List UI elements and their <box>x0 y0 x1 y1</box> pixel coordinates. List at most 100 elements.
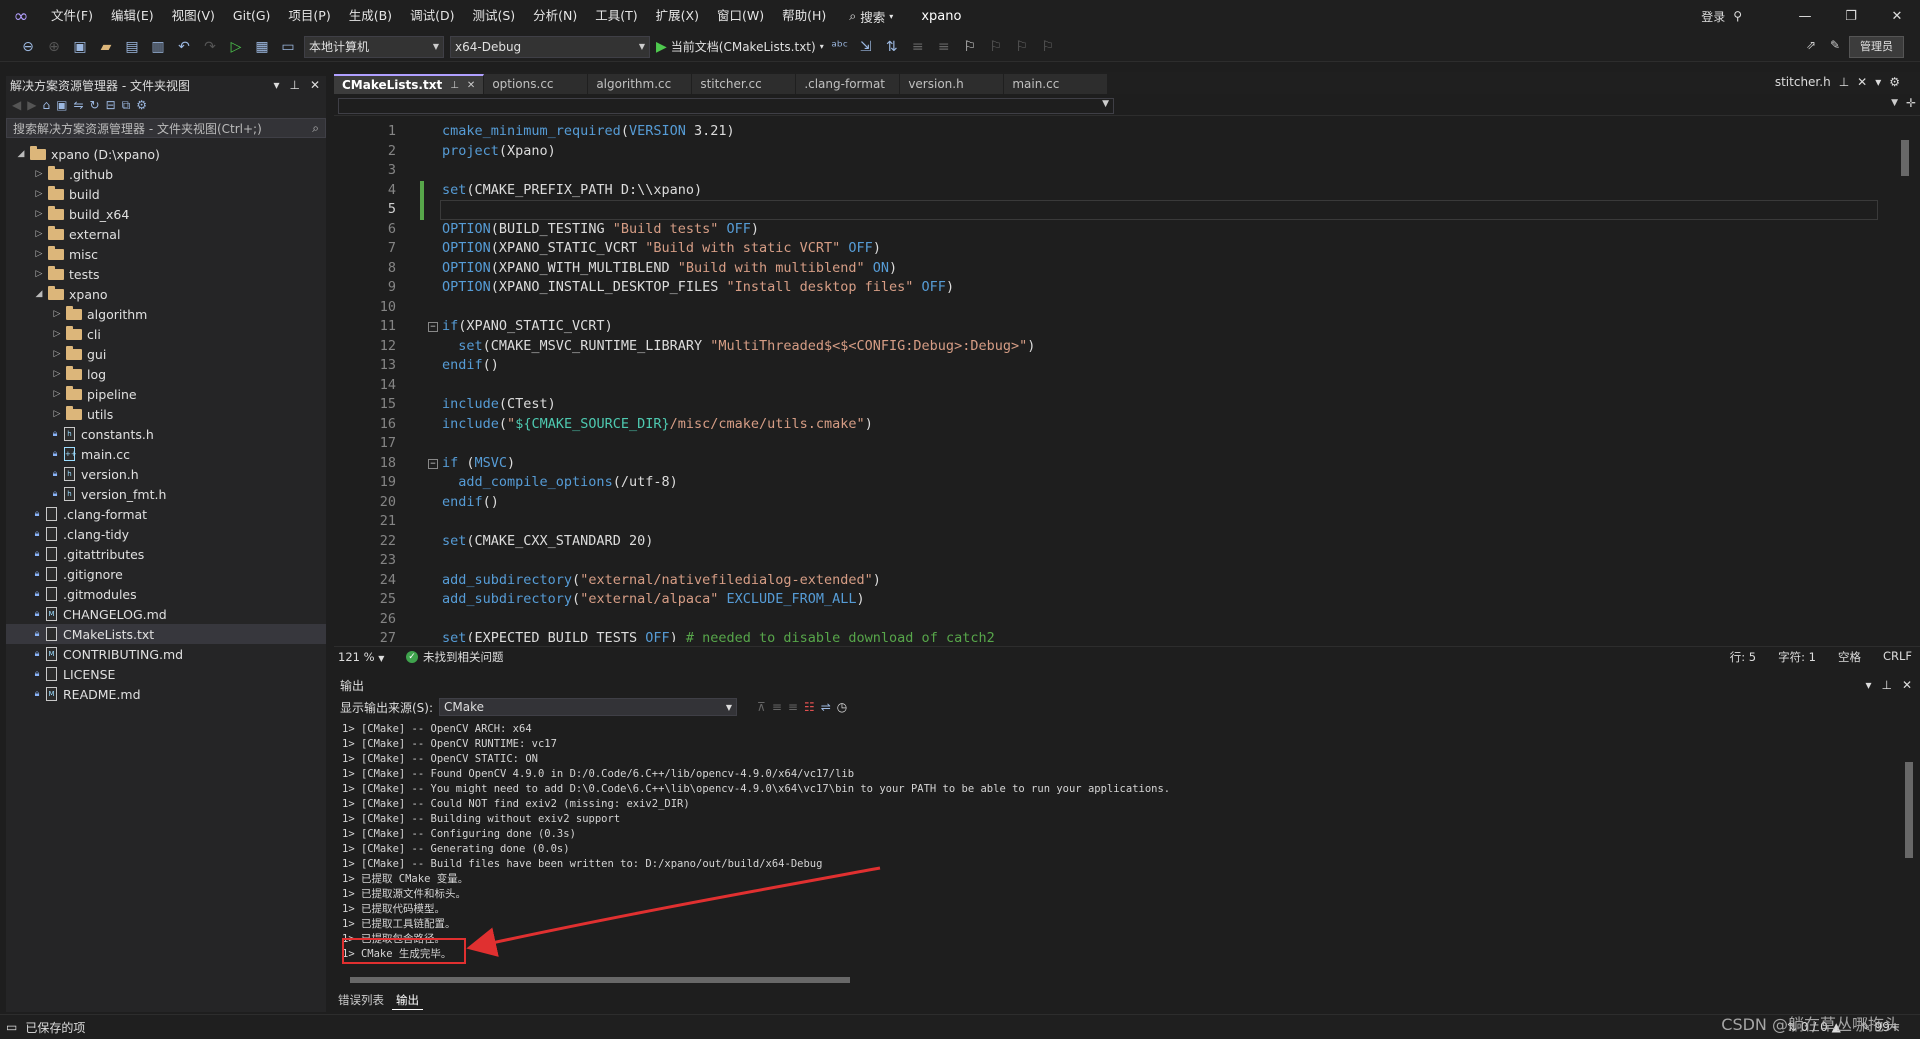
collapsed-arrow-icon[interactable]: ▷ <box>50 369 64 379</box>
code-line[interactable]: 26 <box>334 610 1894 630</box>
restore-button[interactable]: ❐ <box>1828 9 1874 24</box>
code-line[interactable]: 8 OPTION(XPANO_WITH_MULTIBLEND "Build wit… <box>334 259 1894 279</box>
prev-bookmark-icon[interactable]: ⚐ <box>986 39 1006 55</box>
tab-stitcher-h[interactable]: stitcher.h ⊥ ✕ ▾ ⚙ <box>1775 72 1900 92</box>
split-icon[interactable]: ▼ <box>1891 98 1898 108</box>
navigation-select[interactable]: ▼ <box>338 98 1114 114</box>
timestamp-icon[interactable]: ◷ <box>837 700 847 714</box>
editor-scrollbar[interactable] <box>1898 118 1912 642</box>
code-line[interactable]: 23 <box>334 551 1894 571</box>
code-editor[interactable]: 1 cmake_minimum_required(VERSION 3.21) 2 pr… <box>334 118 1894 642</box>
code-line[interactable]: 2 project(Xpano) <box>334 142 1894 162</box>
tree-item[interactable]: ▷ pipeline <box>6 384 326 404</box>
collapsed-arrow-icon[interactable]: ▷ <box>32 229 46 239</box>
uncomment-icon[interactable]: ≡ <box>934 39 954 55</box>
show-all-files-icon[interactable]: ⧉ <box>122 98 131 113</box>
tree-item[interactable]: ▷ build <box>6 184 326 204</box>
code-line[interactable]: 19 add_compile_options(/utf-8) <box>334 473 1894 493</box>
pin-icon[interactable]: ⊥ <box>450 80 459 91</box>
output-hscrollbar[interactable] <box>334 974 1904 986</box>
save-all-icon[interactable]: ▥ <box>148 39 168 55</box>
target-select[interactable]: 本地计算机 ▼ <box>304 35 444 58</box>
fold-toggle-icon[interactable]: − <box>428 322 438 332</box>
editor-tab[interactable]: stitcher.cc <box>692 74 797 94</box>
output-text[interactable]: 1> [CMake] -- OpenCV ARCH: x64 1> [CMake]… <box>342 722 1890 968</box>
tree-item[interactable]: 🔒︎ h version_fmt.h <box>6 484 326 504</box>
spellcheck-icon[interactable]: ᵃᵇᶜ <box>830 39 850 55</box>
code-line[interactable]: 9 OPTION(XPANO_INSTALL_DESKTOP_FILES "Ins… <box>334 278 1894 298</box>
step-over-icon[interactable]: ⇅ <box>882 39 902 55</box>
issues-indicator[interactable]: ✓ 未找到相关问题 <box>406 649 504 665</box>
collapsed-arrow-icon[interactable]: ▷ <box>50 329 64 339</box>
tree-item[interactable]: 🔒︎ .clang-format <box>6 504 326 524</box>
zoom-select[interactable]: 121 % ▼ <box>334 650 388 664</box>
editor-tab[interactable]: options.cc <box>484 74 589 94</box>
menu-item[interactable]: 工具(T) <box>586 0 646 32</box>
expand-icon[interactable]: ✛ <box>1906 96 1916 110</box>
line-ending[interactable]: CRLF <box>1883 649 1912 665</box>
tab-error-list[interactable]: 错误列表 <box>334 990 388 1010</box>
code-line[interactable]: 7 OPTION(XPANO_STATIC_VCRT "Build with st… <box>334 239 1894 259</box>
collapse-all-icon[interactable]: ⊟ <box>106 98 116 112</box>
menu-item[interactable]: 窗口(W) <box>708 0 773 32</box>
config-select[interactable]: x64-Debug ▼ <box>450 35 650 58</box>
char-number[interactable]: 字符: 1 <box>1778 649 1816 665</box>
menu-item[interactable]: 分析(N) <box>524 0 586 32</box>
minimize-button[interactable]: — <box>1782 9 1828 24</box>
close-icon[interactable]: ✕ <box>467 80 475 91</box>
next-bookmark-icon[interactable]: ⚐ <box>1012 39 1032 55</box>
code-line[interactable]: 10 <box>334 298 1894 318</box>
pin-icon[interactable]: ⊥ <box>1839 75 1849 89</box>
visual-studio-logo-icon[interactable]: ∞ <box>0 0 42 32</box>
tree-item[interactable]: 🔒︎ .clang-tidy <box>6 524 326 544</box>
login-button[interactable]: 登录 <box>1701 8 1725 25</box>
undo-icon[interactable]: ↶ <box>174 39 194 55</box>
tree-item[interactable]: 🔒︎ LICENSE <box>6 664 326 684</box>
tab-output[interactable]: 输出 <box>392 990 423 1010</box>
output-scroll-thumb[interactable] <box>1905 762 1913 858</box>
forward-icon[interactable]: ▶ <box>27 98 36 112</box>
properties-icon[interactable]: ⚙ <box>136 98 147 112</box>
code-line[interactable]: 6 OPTION(BUILD_TESTING "Build tests" OFF) <box>334 220 1894 240</box>
close-icon[interactable]: ✕ <box>1857 75 1867 89</box>
menu-item[interactable]: 文件(F) <box>42 0 102 32</box>
collapsed-arrow-icon[interactable]: ▷ <box>32 249 46 259</box>
code-line[interactable]: 17 <box>334 434 1894 454</box>
next-message-icon[interactable]: ≡ <box>788 700 798 714</box>
menu-item[interactable]: 项目(P) <box>279 0 339 32</box>
word-wrap-icon[interactable]: ⇌ <box>821 700 831 714</box>
collapsed-arrow-icon[interactable]: ▷ <box>50 389 64 399</box>
editor-tab[interactable]: CMakeLists.txt ⊥ ✕ <box>334 74 485 94</box>
tree-item[interactable]: 🔒︎ h constants.h <box>6 424 326 444</box>
close-icon[interactable]: ✕ <box>310 78 320 92</box>
code-line[interactable]: 21 <box>334 512 1894 532</box>
tree-item[interactable]: ▷ build_x64 <box>6 204 326 224</box>
tree-item[interactable]: ▷ .github <box>6 164 326 184</box>
line-number[interactable]: 行: 5 <box>1730 649 1756 665</box>
menu-item[interactable]: 帮助(H) <box>773 0 835 32</box>
redo-icon[interactable]: ↷ <box>200 39 220 55</box>
collapsed-arrow-icon[interactable]: ▷ <box>32 269 46 279</box>
account-icon[interactable]: ⚲ <box>1733 9 1742 23</box>
chevron-down-icon[interactable]: ▾ <box>273 78 279 92</box>
code-line[interactable]: 24 add_subdirectory("external/nativefiled… <box>334 571 1894 591</box>
tree-item[interactable]: ▷ algorithm <box>6 304 326 324</box>
forward-icon[interactable]: ⊕ <box>44 39 64 55</box>
code-line[interactable]: 12 set(CMAKE_MSVC_RUNTIME_LIBRARY "Multi… <box>334 337 1894 357</box>
editor-tab[interactable]: .clang-format <box>796 74 901 94</box>
tree-item[interactable]: ◢ xpano <box>6 284 326 304</box>
tree-item[interactable]: ◢ xpano (D:\xpano) <box>6 144 326 164</box>
tree-item[interactable]: ▷ log <box>6 364 326 384</box>
code-line[interactable]: 15 include(CTest) <box>334 395 1894 415</box>
code-line[interactable]: 27 set(EXPECTED_BUILD_TESTS OFF) # needed… <box>334 629 1894 642</box>
code-line[interactable]: 13 endif() <box>334 356 1894 376</box>
close-icon[interactable]: ✕ <box>1902 678 1912 692</box>
tree-item[interactable]: 🔒︎ .gitmodules <box>6 584 326 604</box>
collapsed-arrow-icon[interactable]: ▷ <box>50 309 64 319</box>
menu-item[interactable]: 编辑(E) <box>102 0 163 32</box>
gear-icon[interactable]: ⚙ <box>1889 75 1900 89</box>
home-icon[interactable]: ⌂ <box>42 98 50 112</box>
editor-tab[interactable]: version.h <box>900 74 1005 94</box>
back-icon[interactable]: ◀ <box>12 98 21 112</box>
indent-mode[interactable]: 空格 <box>1838 649 1861 665</box>
